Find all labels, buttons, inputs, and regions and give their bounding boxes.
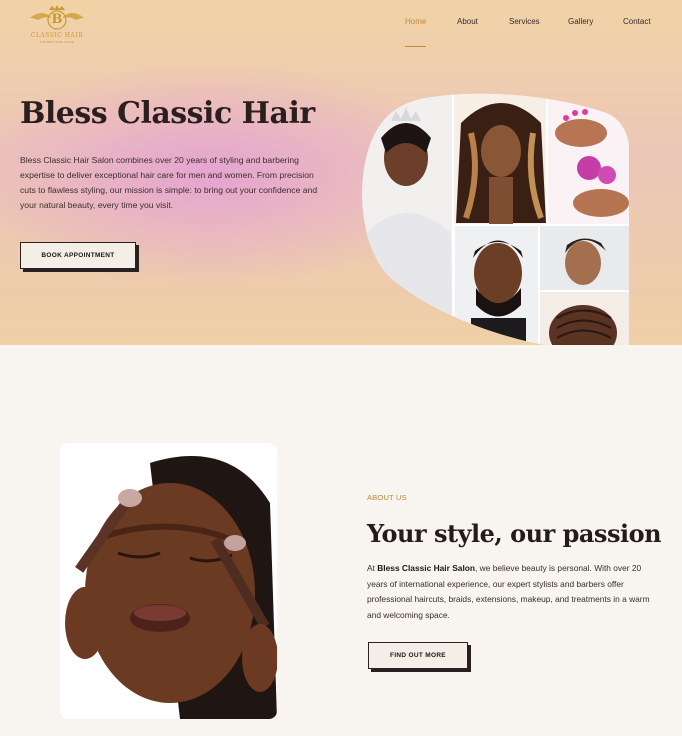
hero-section: B CLASSIC HAIR THE BEST HAIR SALON Home … xyxy=(0,0,682,345)
about-title: Your style, our passion xyxy=(367,519,662,548)
about-kicker: ABOUT US xyxy=(367,493,407,502)
nav-contact[interactable]: Contact xyxy=(623,17,651,26)
about-desc-brand: Bless Classic Hair Salon xyxy=(377,563,476,573)
nav-home[interactable]: Home xyxy=(405,17,426,26)
hero-title: Bless Classic Hair xyxy=(20,96,315,131)
book-appointment-button[interactable]: BOOK APPOINTMENT xyxy=(20,242,136,269)
about-desc-prefix: At xyxy=(367,563,378,573)
hero-description: Bless Classic Hair Salon combines over 2… xyxy=(20,155,318,210)
about-description: At Bless Classic Hair Salon, we believe … xyxy=(367,561,659,623)
nav-services[interactable]: Services xyxy=(509,17,540,26)
nav-about[interactable]: About xyxy=(457,17,478,26)
nav-gallery[interactable]: Gallery xyxy=(568,17,593,26)
find-out-more-button[interactable]: FIND OUT MORE xyxy=(368,642,468,669)
makeup-portrait-image xyxy=(60,443,277,719)
main-nav: Home About Services Gallery Contact xyxy=(0,17,682,57)
about-section: ABOUT US Your style, our passion At Bles… xyxy=(0,345,682,736)
nav-active-indicator xyxy=(405,46,426,47)
hero-collage-image xyxy=(361,93,629,345)
